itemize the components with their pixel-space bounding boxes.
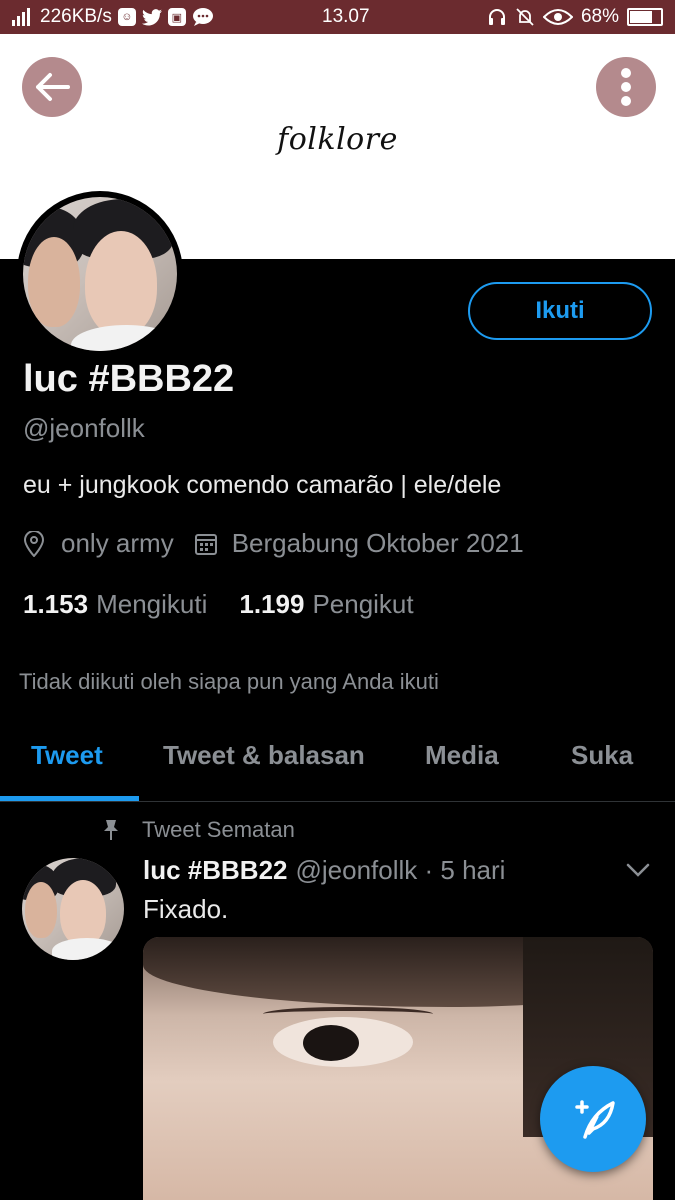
tweet-avatar[interactable] (22, 858, 124, 960)
followed-by-note: Tidak diikuti oleh siapa pun yang Anda i… (19, 669, 439, 694)
followers-label: Pengikut (312, 589, 414, 619)
headset-icon (487, 7, 507, 27)
bio: eu + jungkook comendo camarão | ele/dele (23, 471, 502, 499)
user-handle: @jeonfollk (23, 413, 145, 443)
tweet-header: luc #BBB22 @jeonfollk · 5 hari (143, 855, 505, 886)
signal-icon (12, 7, 34, 27)
tab-tweets[interactable]: Tweet (31, 740, 103, 771)
back-button[interactable] (22, 57, 82, 117)
compose-feather-icon (575, 1100, 615, 1139)
eye-icon (542, 7, 573, 27)
more-vertical-icon (621, 68, 631, 106)
tweet-handle-time: @jeonfollk · 5 hari (295, 855, 506, 885)
status-bar: 226KB/s ☺ ▣ 13.07 68% (0, 0, 675, 34)
twitter-icon (141, 7, 162, 27)
tweet-author-name[interactable]: luc #BBB22 (143, 855, 288, 886)
profile-avatar[interactable] (17, 191, 183, 357)
tab-likes[interactable]: Suka (571, 740, 633, 771)
chevron-down-icon[interactable] (626, 862, 650, 878)
banner-title: folklore (277, 122, 398, 157)
profile-meta: only army Bergabung Oktober 2021 (23, 528, 524, 559)
avatar-photo (23, 197, 177, 351)
clock: 13.07 (322, 6, 370, 27)
arrow-left-icon (36, 73, 70, 101)
battery-icon (627, 8, 663, 26)
followers-count: 1.199 (239, 589, 305, 619)
app-notification-icon: ▣ (167, 8, 186, 26)
display-name: luc #BBB22 (23, 358, 235, 400)
following-label: Mengikuti (96, 589, 208, 619)
compose-tweet-button[interactable] (540, 1066, 646, 1172)
followers-link[interactable]: 1.199 Pengikut (239, 589, 413, 620)
calendar-icon (194, 530, 220, 558)
pin-icon (102, 819, 124, 841)
tab-tweets-replies[interactable]: Tweet & balasan (163, 740, 365, 771)
message-icon (192, 7, 214, 27)
pinned-tweet-label: Tweet Sematan (102, 817, 295, 843)
joined-date: Bergabung Oktober 2021 (231, 528, 524, 558)
location-text: only army (61, 528, 174, 558)
network-speed: 226KB/s (40, 6, 112, 27)
following-link[interactable]: 1.153 Mengikuti (23, 589, 207, 620)
more-options-button[interactable] (596, 57, 656, 117)
app-notification-icon: ☺ (117, 8, 136, 26)
pinned-text: Tweet Sematan (142, 817, 295, 842)
location-pin-icon (23, 530, 49, 558)
tab-media[interactable]: Media (425, 740, 499, 771)
tweet-text: Fixado. (143, 894, 229, 924)
following-count: 1.153 (23, 589, 89, 619)
active-tab-indicator (0, 796, 139, 801)
mute-bell-icon (515, 7, 535, 27)
follow-button[interactable]: Ikuti (468, 282, 652, 340)
profile-tabs: Tweet Tweet & balasan Media Suka (0, 712, 675, 802)
battery-percent: 68% (580, 6, 619, 27)
follow-counts: 1.153 Mengikuti 1.199 Pengikut (23, 589, 414, 620)
